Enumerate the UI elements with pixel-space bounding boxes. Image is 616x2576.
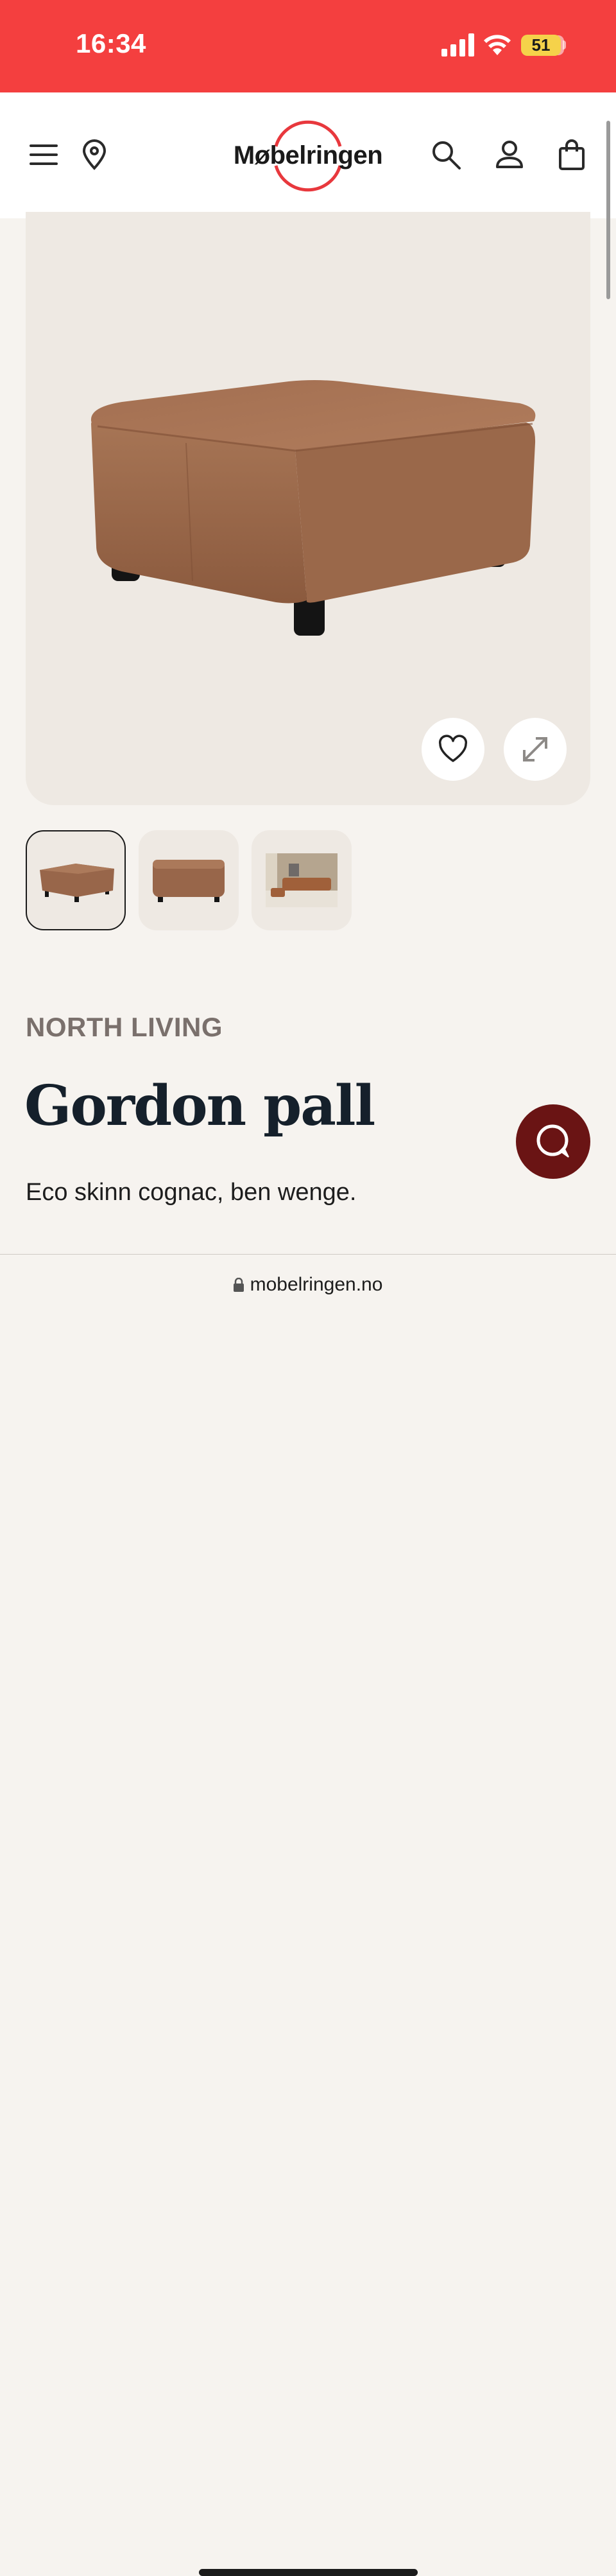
thumb-pouf-angle-image: [40, 864, 114, 902]
status-time: 16:34: [76, 28, 146, 58]
expand-icon: [523, 737, 547, 761]
expand-image-button[interactable]: [504, 718, 567, 781]
product-brand[interactable]: NORTH LIVING: [26, 1012, 223, 1043]
thumb-pouf-front-image: [153, 860, 225, 902]
status-bar: 16:34 51: [0, 0, 616, 92]
thumbnail-3[interactable]: [252, 830, 352, 930]
site-header: Møbelringen: [0, 92, 616, 218]
product-title: Gordon pall: [24, 1074, 375, 1138]
product-image[interactable]: [26, 212, 590, 805]
home-indicator: [199, 2569, 418, 2576]
thumb-living-room-image: [266, 853, 338, 907]
chat-icon: [536, 1124, 569, 1158]
thumbnail-1[interactable]: [26, 830, 126, 930]
shopping-bag-icon[interactable]: [556, 139, 588, 171]
url-text: mobelringen.no: [250, 1274, 383, 1295]
chat-button[interactable]: [516, 1104, 590, 1179]
url-display[interactable]: mobelringen.no: [0, 1274, 616, 1296]
scrollbar[interactable]: [606, 121, 610, 299]
product-photo-pouf: [90, 380, 536, 636]
product-description: Eco skinn cognac, ben wenge.: [26, 1179, 357, 1206]
menu-icon[interactable]: [28, 139, 60, 171]
user-icon[interactable]: [493, 139, 526, 171]
signal-icon: [441, 33, 474, 57]
search-icon[interactable]: [430, 139, 462, 171]
logo-text: Møbelringen: [233, 141, 383, 170]
location-pin-icon[interactable]: [78, 139, 110, 171]
browser-url-bar[interactable]: mobelringen.no: [0, 1254, 616, 2576]
site-logo[interactable]: Møbelringen: [231, 117, 385, 195]
lock-icon: [233, 1278, 244, 1292]
thumbnail-2[interactable]: [139, 830, 239, 930]
battery-icon: 51: [521, 35, 561, 56]
heart-icon: [438, 735, 468, 762]
wifi-icon: [484, 35, 511, 55]
favorite-button[interactable]: [422, 718, 484, 781]
battery-tip: [563, 40, 566, 49]
